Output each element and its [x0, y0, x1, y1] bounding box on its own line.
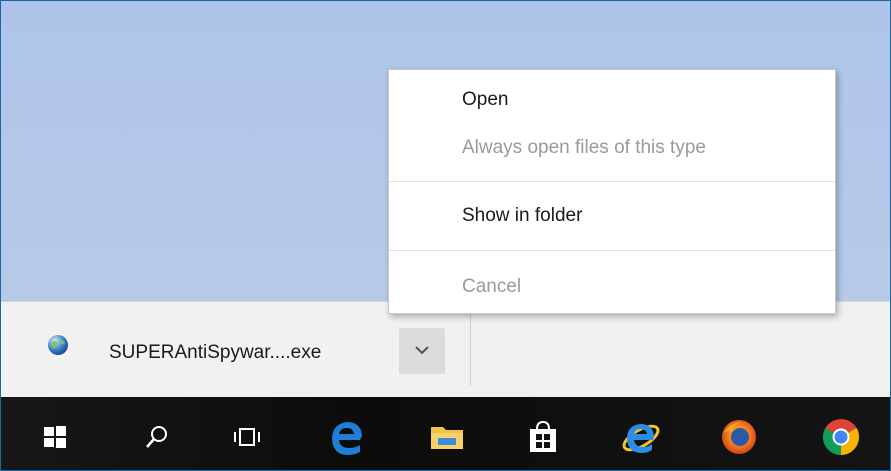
chrome-icon[interactable] [815, 411, 867, 463]
screenshot-frame: SUPERAntiSpywar....exe Open Always open … [0, 0, 891, 471]
shelf-divider [470, 312, 471, 386]
menu-item-show-in-folder[interactable]: Show in folder [389, 194, 835, 238]
task-view-icon[interactable] [221, 411, 273, 463]
download-file-name: SUPERAntiSpywar....exe [109, 342, 322, 363]
download-item[interactable]: SUPERAntiSpywar....exe [41, 326, 461, 378]
store-icon[interactable] [517, 411, 569, 463]
chevron-down-icon [414, 342, 430, 360]
download-options-button[interactable] [399, 328, 445, 374]
search-icon[interactable] [131, 411, 183, 463]
edge-icon[interactable] [321, 411, 373, 463]
download-shelf: SUPERAntiSpywar....exe [1, 301, 890, 398]
menu-separator [389, 250, 835, 251]
menu-separator [389, 181, 835, 182]
menu-item-always-open[interactable]: Always open files of this type [389, 126, 835, 170]
download-context-menu: Open Always open files of this type Show… [388, 69, 836, 314]
internet-explorer-icon[interactable] [615, 411, 667, 463]
windows-start-icon[interactable] [29, 411, 81, 463]
firefox-icon[interactable] [713, 411, 765, 463]
menu-item-cancel[interactable]: Cancel [389, 265, 835, 309]
menu-item-open[interactable]: Open [389, 78, 835, 122]
file-explorer-icon[interactable] [421, 411, 473, 463]
taskbar [1, 397, 890, 470]
globe-icon [47, 334, 69, 356]
